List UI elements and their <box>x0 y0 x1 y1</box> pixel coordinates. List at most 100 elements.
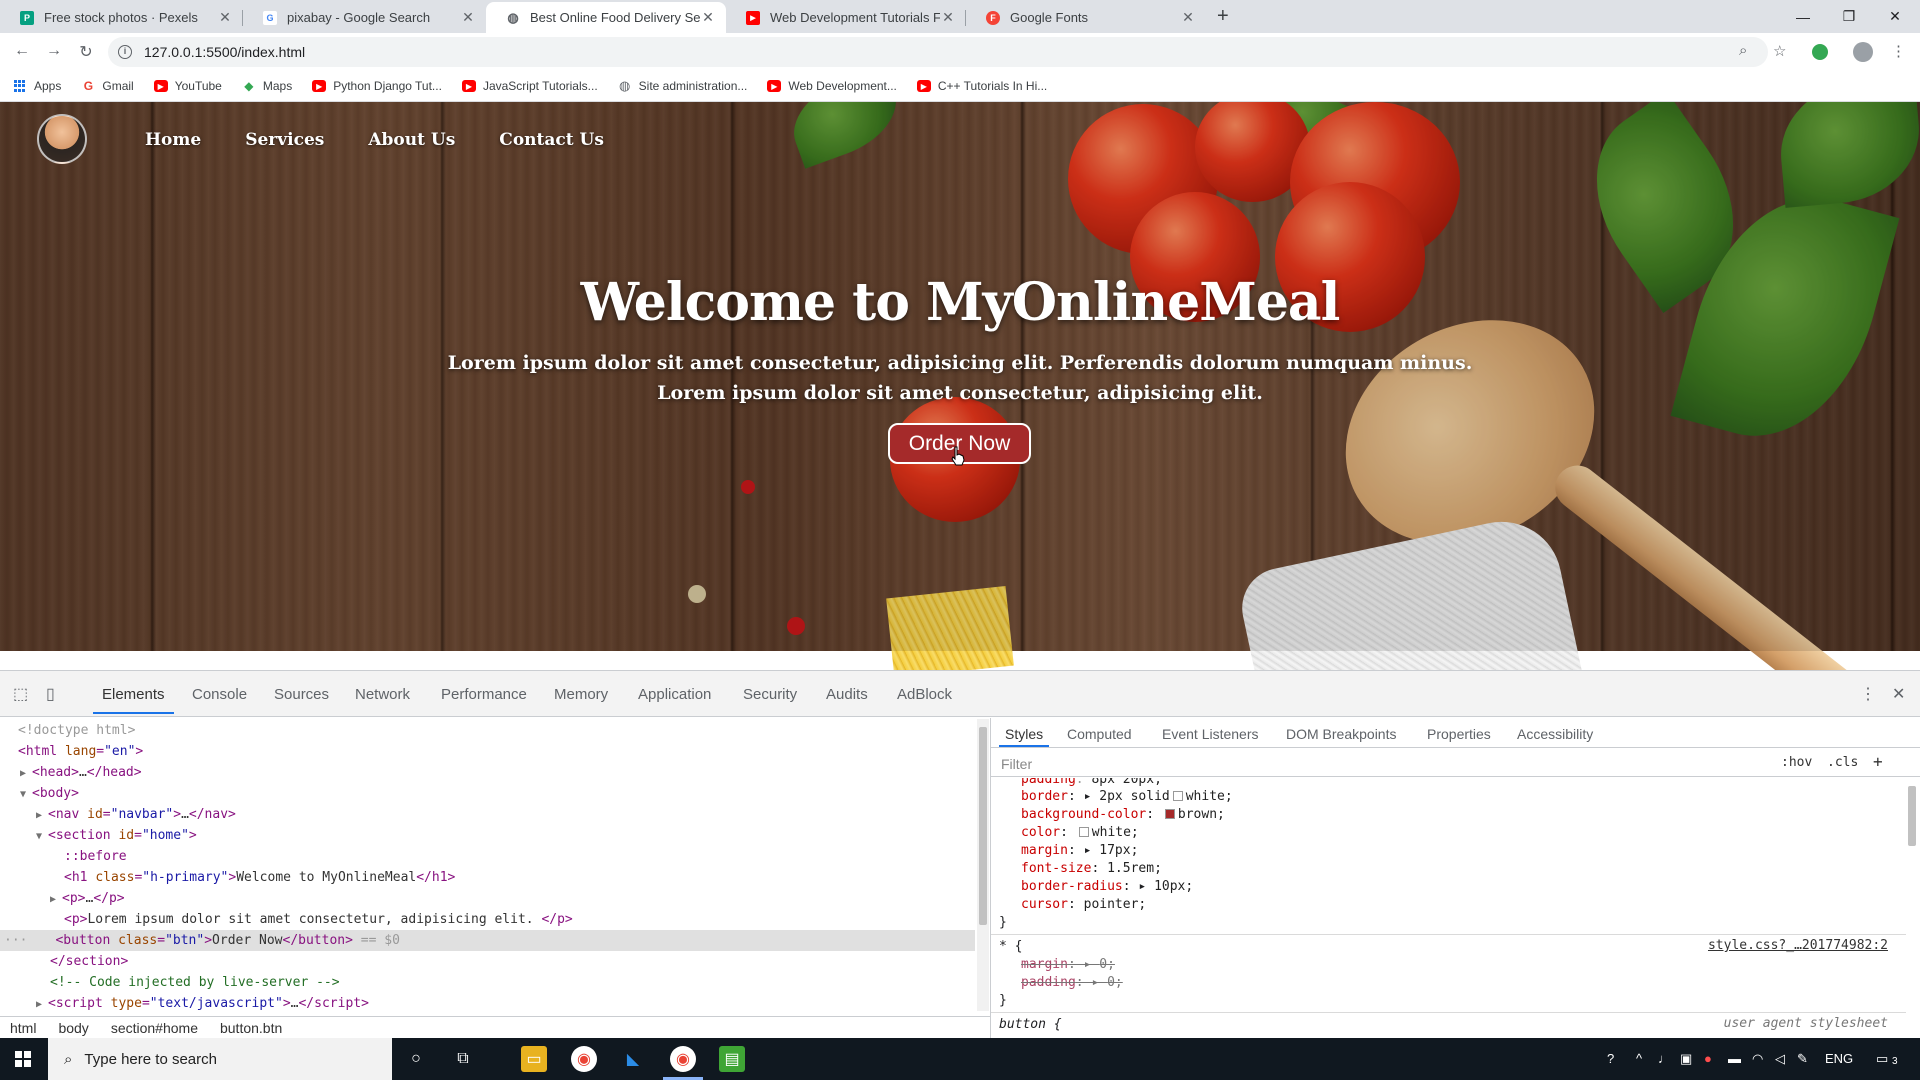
breadcrumb-button[interactable]: button.btn <box>220 1020 282 1036</box>
dom-node-head[interactable]: ▶ <head>…</head> <box>20 762 142 783</box>
vscode-icon[interactable]: ◣ <box>620 1046 646 1072</box>
dom-node-html[interactable]: <html lang="en"> <box>18 741 143 762</box>
pen-icon[interactable]: ✎ <box>1797 1051 1808 1067</box>
css-decl-cursor[interactable]: cursor: pointer; <box>1021 896 1146 914</box>
bookmark-javascript[interactable]: ▶ JavaScript Tutorials... <box>461 79 598 93</box>
dom-node-p[interactable]: <p>Lorem ipsum dolor sit amet consectetu… <box>64 909 573 930</box>
help-icon[interactable]: ? <box>1607 1051 1614 1066</box>
zoom-icon[interactable]: ⌕ <box>1739 42 1747 59</box>
tab-google-fonts[interactable]: F Google Fonts ✕ <box>966 2 1206 33</box>
back-icon[interactable]: ← <box>12 42 32 60</box>
site-logo-avatar[interactable] <box>37 114 87 164</box>
css-decl-background-color[interactable]: background-color: brown; <box>1021 806 1225 824</box>
profile-avatar[interactable] <box>1853 42 1873 62</box>
tab-adblock[interactable]: AdBlock <box>897 686 952 703</box>
volume-icon[interactable]: ◁ <box>1775 1051 1785 1067</box>
close-window-icon[interactable]: ✕ <box>1872 0 1918 33</box>
color-swatch[interactable] <box>1172 791 1183 801</box>
close-tab-icon[interactable]: ✕ <box>940 9 956 26</box>
info-icon[interactable]: i <box>118 45 132 59</box>
cortana-icon[interactable]: ○ <box>403 1046 429 1072</box>
nav-link-about-us[interactable]: About Us <box>368 130 455 150</box>
wifi-icon[interactable]: ◠ <box>1752 1051 1763 1067</box>
tray-chevron-up-icon[interactable]: ^ <box>1636 1051 1642 1066</box>
new-tab-icon[interactable]: + <box>1217 6 1229 26</box>
css-decl-margin-overridden[interactable]: margin: ▸ 0; <box>1021 956 1115 974</box>
dom-node-button-selected[interactable]: ··· <button class="btn">Order Now</button… <box>0 930 975 951</box>
task-view-icon[interactable]: ⧉ <box>450 1046 476 1072</box>
microphone-icon[interactable]: ♩ <box>1658 1051 1671 1066</box>
notepad-plus-icon[interactable]: ▤ <box>719 1046 745 1072</box>
scrollbar-thumb[interactable] <box>1908 786 1916 846</box>
tab-event-listeners[interactable]: Event Listeners <box>1162 726 1259 742</box>
nav-link-services[interactable]: Services <box>245 130 324 150</box>
hov-toggle[interactable]: :hov <box>1781 755 1812 770</box>
forward-icon[interactable]: → <box>44 42 64 60</box>
tab-web-dev-tutorials[interactable]: ▶ Web Development Tutorials For B ✕ <box>726 2 966 33</box>
minimize-icon[interactable]: — <box>1780 0 1826 33</box>
devtools-menu-icon[interactable]: ⋮ <box>1860 684 1876 704</box>
taskbar-search-placeholder[interactable]: Type here to search <box>84 1051 217 1068</box>
bookmark-apps[interactable]: Apps <box>14 79 61 93</box>
close-tab-icon[interactable]: ✕ <box>217 9 233 26</box>
breadcrumb-body[interactable]: body <box>58 1020 88 1036</box>
tab-performance[interactable]: Performance <box>441 686 527 703</box>
device-toolbar-icon[interactable]: ▯ <box>46 684 55 704</box>
cls-toggle[interactable]: .cls <box>1827 755 1858 770</box>
tray-app-icon[interactable]: ▣ <box>1680 1051 1692 1067</box>
bookmark-python-django[interactable]: ▶ Python Django Tut... <box>312 79 442 93</box>
inspect-element-icon[interactable]: ⬚ <box>13 684 28 704</box>
stylesheet-source-link[interactable]: style.css?_…201774982:2 <box>1708 938 1888 953</box>
css-decl-font-size[interactable]: font-size: 1.5rem; <box>1021 860 1162 878</box>
css-decl-border-radius[interactable]: border-radius: ▸ 10px; <box>1021 878 1193 896</box>
dom-doctype[interactable]: <!doctype html> <box>18 720 135 741</box>
tab-myonlinemeal[interactable]: ◍ Best Online Food Delivery Servic ✕ <box>486 2 726 33</box>
css-decl-padding-overridden[interactable]: padding: ▸ 0; <box>1021 974 1123 992</box>
dom-node-body[interactable]: ▼ <body> <box>20 783 79 804</box>
css-selector-universal[interactable]: * { <box>999 938 1022 956</box>
close-tab-icon[interactable]: ✕ <box>460 9 476 26</box>
bookmark-gmail[interactable]: G Gmail <box>81 79 134 93</box>
tab-application[interactable]: Application <box>638 686 711 703</box>
css-decl-color[interactable]: color: white; <box>1021 824 1139 842</box>
file-explorer-icon[interactable]: ▭ <box>521 1046 547 1072</box>
record-icon[interactable]: ● <box>1704 1051 1712 1066</box>
dom-node-section-close[interactable]: </section> <box>50 951 128 972</box>
dom-pseudo-before[interactable]: ::before <box>64 846 127 867</box>
color-swatch[interactable] <box>1164 809 1175 819</box>
url-text[interactable]: 127.0.0.1:5500/index.html <box>144 44 305 60</box>
battery-icon[interactable]: ▬ <box>1728 1051 1741 1066</box>
dom-node-h1[interactable]: <h1 class="h-primary">Welcome to MyOnlin… <box>64 867 455 888</box>
tab-properties[interactable]: Properties <box>1427 726 1491 742</box>
tab-network[interactable]: Network <box>355 686 410 703</box>
css-selector-button[interactable]: button { <box>999 1016 1062 1034</box>
dom-node-script[interactable]: ▶ <script type="text/javascript">…</scrip… <box>36 993 369 1014</box>
bookmark-star-icon[interactable]: ☆ <box>1773 42 1786 60</box>
chrome-active-icon[interactable]: ◉ <box>670 1046 696 1072</box>
tab-accessibility[interactable]: Accessibility <box>1517 726 1593 742</box>
tab-pexels[interactable]: P Free stock photos · Pexels ✕ <box>0 2 243 33</box>
styles-scrollbar[interactable] <box>1906 778 1918 1038</box>
dom-node-p-collapsed[interactable]: ▶ <p>…</p> <box>50 888 125 909</box>
tab-dom-breakpoints[interactable]: DOM Breakpoints <box>1286 726 1396 742</box>
scrollbar-thumb[interactable] <box>979 727 987 925</box>
input-language[interactable]: ENG <box>1825 1051 1853 1066</box>
bookmark-cpp[interactable]: ▶ C++ Tutorials In Hi... <box>916 79 1047 93</box>
bookmark-web-dev[interactable]: ▶ Web Development... <box>767 79 897 93</box>
color-swatch[interactable] <box>1078 827 1089 837</box>
close-tab-icon[interactable]: ✕ <box>1180 9 1196 26</box>
extension-icon[interactable] <box>1812 44 1828 60</box>
dom-comment[interactable]: <!-- Code injected by live-server --> <box>50 972 340 993</box>
tab-security[interactable]: Security <box>743 686 797 703</box>
css-decl-margin[interactable]: margin: ▸ 17px; <box>1021 842 1138 860</box>
reload-icon[interactable]: ↻ <box>76 42 96 62</box>
address-bar[interactable]: i 127.0.0.1:5500/index.html <box>108 37 1768 67</box>
dom-node-section[interactable]: ▼ <section id="home"> <box>36 825 197 846</box>
styles-filter-input[interactable]: Filter <box>1001 756 1032 772</box>
close-devtools-icon[interactable]: ✕ <box>1892 684 1905 704</box>
tab-styles[interactable]: Styles <box>998 726 1050 747</box>
windows-start-icon[interactable] <box>15 1051 31 1067</box>
breadcrumb-html[interactable]: html <box>10 1020 36 1036</box>
elements-scrollbar[interactable] <box>977 719 989 1011</box>
tab-sources[interactable]: Sources <box>274 686 329 703</box>
